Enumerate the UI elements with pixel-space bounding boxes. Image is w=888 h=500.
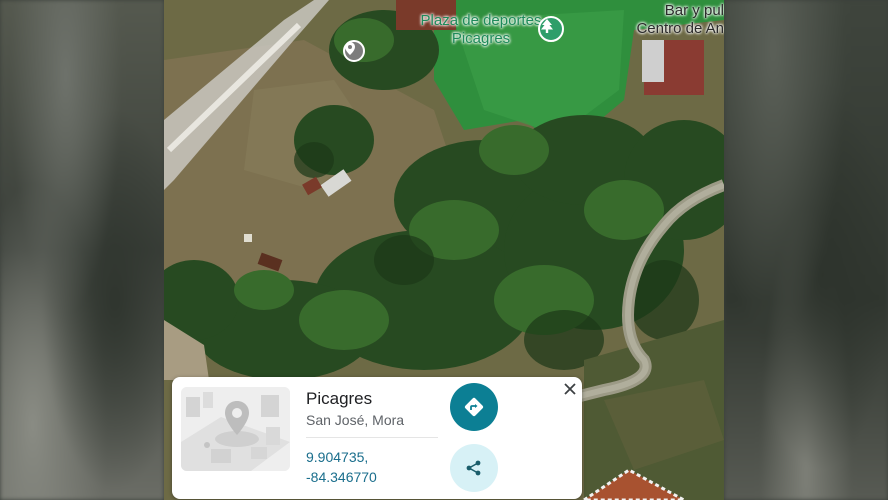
directions-icon [464,397,484,417]
place-address: San José, Mora [306,412,405,428]
poi-label-bar-line1: Bar y pul [664,2,724,19]
card-divider [306,437,438,438]
placeholder-map-illustration [181,387,290,471]
share-icon [466,460,481,476]
longitude-value[interactable]: -84.346770 [306,469,377,485]
blurred-background-left [0,0,164,500]
latitude-value[interactable]: 9.904735, [306,449,368,465]
close-button[interactable] [562,381,578,397]
place-info-card[interactable]: Picagres San José, Mora 9.904735, -84.34… [172,377,582,499]
share-button[interactable] [450,444,498,492]
location-pin-icon[interactable] [343,40,365,62]
poi-label-bar-line2: Centro de An [636,20,724,37]
directions-button[interactable] [450,383,498,431]
blurred-background-right [724,0,888,500]
poi-label-plaza-text: Plaza de deportes Picagres [420,12,542,47]
place-name: Picagres [306,389,373,408]
tree-icon[interactable] [538,16,564,42]
place-thumbnail[interactable] [181,387,290,471]
poi-label-bar[interactable]: Bar y pul Centro de An [604,2,724,38]
close-icon [564,383,576,395]
